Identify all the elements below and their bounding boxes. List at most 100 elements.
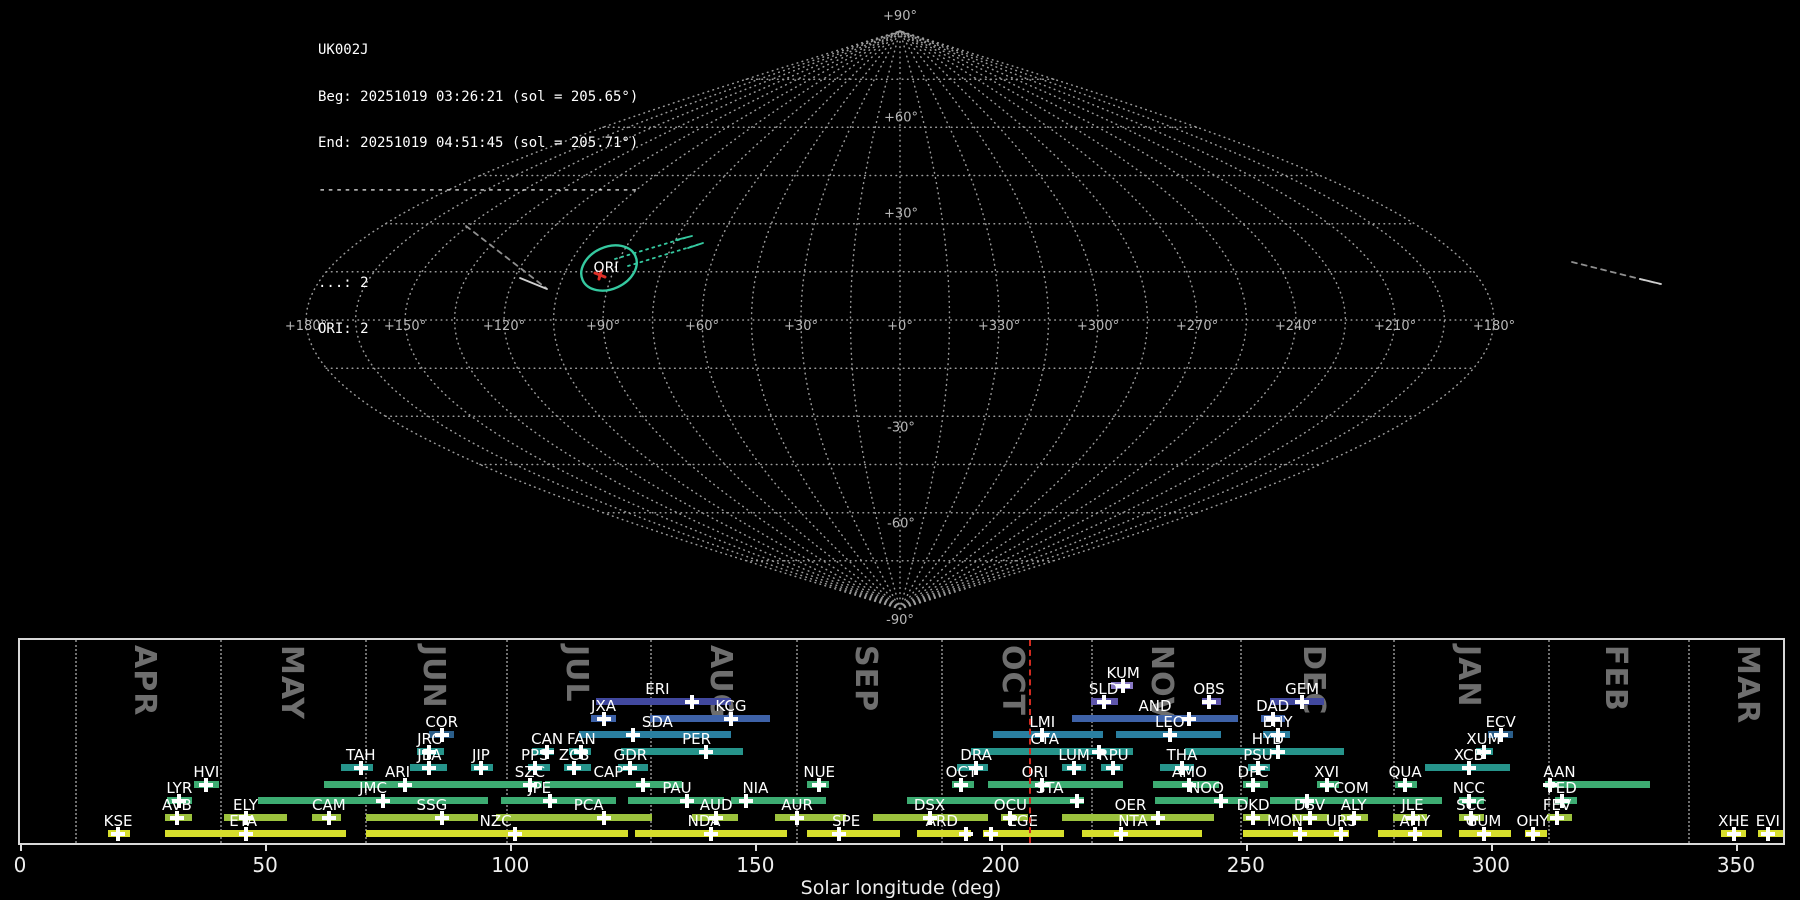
shower-label-nzc: NZC — [480, 814, 512, 829]
peak-marker-ehy — [1271, 728, 1285, 742]
x-tick — [1246, 843, 1248, 851]
x-tick-label: 50 — [252, 853, 277, 877]
peak-marker-dsv — [1303, 811, 1317, 825]
month-label-jul: JUL — [559, 645, 594, 703]
shower-label-oer: OER — [1115, 798, 1147, 813]
peak-marker-amo — [1182, 778, 1196, 792]
peak-marker-com — [1300, 794, 1314, 808]
info-panel: UK002J Beg: 20251019 03:26:21 (sol = 205… — [318, 12, 638, 353]
peak-marker-gdr — [623, 761, 637, 775]
peak-marker-and — [1182, 712, 1196, 726]
lon-label: +180° — [1473, 319, 1515, 334]
peak-marker-kcg — [724, 712, 738, 726]
lon-label: +210° — [1374, 319, 1416, 334]
month-boundary-line — [1393, 640, 1395, 843]
peak-marker-dpc — [1246, 778, 1260, 792]
peak-marker-aur — [790, 811, 804, 825]
peak-marker-per — [699, 745, 713, 759]
meteor-trail — [1640, 279, 1661, 284]
peak-marker-oct — [954, 778, 968, 792]
peak-marker-fed — [1555, 794, 1569, 808]
ori-count: ORI: 2 — [318, 322, 638, 338]
peak-marker-kse — [111, 827, 125, 841]
x-axis: 050100150200250300350Solar longitude (de… — [0, 843, 1800, 900]
x-tick — [265, 843, 267, 851]
peak-marker-aud — [709, 811, 723, 825]
month-label-jun: JUN — [416, 645, 451, 709]
shower-bar-jmc — [258, 797, 488, 804]
shower-bar-nta — [1082, 830, 1202, 837]
peak-marker-kum — [1116, 679, 1130, 693]
shower-bar-spe — [807, 830, 900, 837]
month-boundary-line — [75, 640, 77, 843]
peak-marker-avb — [170, 811, 184, 825]
peak-marker-ssg — [435, 811, 449, 825]
shower-label-com: COM — [1334, 781, 1369, 796]
month-label-apr: APR — [127, 645, 162, 716]
shower-bar-nzc — [366, 830, 628, 837]
lat-label: +60° — [884, 110, 918, 125]
peak-marker-pau — [680, 794, 694, 808]
lat-label: -60° — [887, 517, 915, 532]
month-label-jan: JAN — [1451, 645, 1486, 708]
lon-label: +300° — [1077, 319, 1119, 334]
peak-marker-aan — [1543, 778, 1557, 792]
x-tick — [755, 843, 757, 851]
peak-marker-fev — [1550, 811, 1564, 825]
peak-marker-tha — [1175, 761, 1189, 775]
peak-marker-rpu — [1106, 761, 1120, 775]
shower-bar-ari — [324, 781, 528, 788]
peak-marker-aly — [1347, 811, 1361, 825]
peak-marker-xcb — [1462, 761, 1476, 775]
peak-marker-nta — [1114, 827, 1128, 841]
x-tick — [1491, 843, 1493, 851]
peak-marker-spe — [832, 827, 846, 841]
meteor-trail — [676, 236, 692, 240]
blank-line — [318, 229, 638, 245]
shower-label-cap: CAP — [594, 765, 624, 780]
peak-marker-nue — [812, 778, 826, 792]
lon-label: +270° — [1176, 319, 1218, 334]
peak-marker-noo — [1214, 794, 1228, 808]
peak-marker-ari — [398, 778, 412, 792]
peak-marker-gem — [1295, 695, 1309, 709]
peak-marker-jle — [1406, 811, 1420, 825]
peak-marker-eta — [239, 827, 253, 841]
pole-label: +90° — [883, 9, 917, 24]
lon-label: +60° — [685, 319, 719, 334]
peak-marker-cam — [322, 811, 336, 825]
peak-marker-jip — [474, 761, 488, 775]
peak-marker-jxa — [597, 712, 611, 726]
shower-bar-ssg — [366, 814, 479, 821]
month-boundary-line — [650, 640, 652, 843]
month-label-feb: FEB — [1598, 645, 1633, 712]
peak-marker-evi — [1761, 827, 1775, 841]
peak-marker-cta — [1092, 745, 1106, 759]
peak-marker-mon — [1293, 827, 1307, 841]
peak-marker-szc — [523, 778, 537, 792]
peak-marker-pca — [597, 811, 611, 825]
peak-marker-ecv — [1494, 728, 1508, 742]
month-boundary-line — [220, 640, 222, 843]
sporadic-count: ...: 2 — [318, 276, 638, 292]
x-tick-label: 200 — [982, 853, 1020, 877]
shower-bar-noo — [1155, 797, 1248, 804]
x-tick-label: 100 — [491, 853, 529, 877]
shower-bar-mon — [1243, 830, 1334, 837]
peak-marker-leo — [1163, 728, 1177, 742]
peak-marker-ahy — [1408, 827, 1422, 841]
peak-marker-zcs — [567, 761, 581, 775]
separator-line: -------------------------------------- — [318, 183, 638, 199]
meteor-trail — [688, 243, 703, 248]
x-tick — [1736, 843, 1738, 851]
peak-marker-oer — [1151, 811, 1165, 825]
peak-marker-ori — [1035, 778, 1049, 792]
peak-marker-ohy — [1526, 827, 1540, 841]
shower-label-and: AND — [1138, 699, 1171, 714]
peak-marker-jmc — [376, 794, 390, 808]
x-tick-label: 300 — [1472, 853, 1510, 877]
shower-bar-eri — [596, 698, 731, 705]
peak-marker-ocu — [1003, 811, 1017, 825]
peak-marker-dra — [969, 761, 983, 775]
lat-label: -30° — [887, 420, 915, 435]
